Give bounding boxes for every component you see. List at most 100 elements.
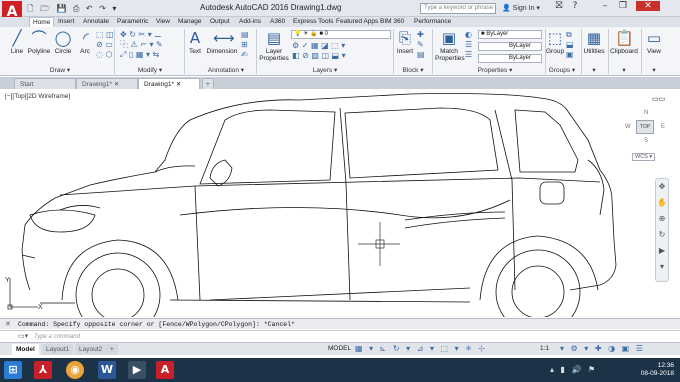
word-icon[interactable]: W: [98, 361, 116, 379]
layers-panel-label[interactable]: Layers ▾: [300, 66, 350, 74]
wcs-menu[interactable]: WCS ▾: [632, 153, 656, 161]
chrome-icon[interactable]: ◉: [66, 361, 84, 379]
navigation-bar: ✥ ✋ ⊕ ↻ ▶ ▾: [655, 178, 669, 282]
arc-tool[interactable]: ◜ Arc: [77, 29, 93, 55]
drafting-toggles[interactable]: ▦ ▾ ⊾ ↻ ▾ ⊿ ▾ ⬚ ▾ ✳ ⊹: [355, 344, 487, 353]
nav-tools[interactable]: ✥ ✋ ⊕ ↻ ▶ ▾: [656, 179, 668, 275]
tab-drawing1-first[interactable]: Drawing1* ✕: [76, 78, 138, 89]
linetype-dropdown[interactable]: ByLayer: [478, 42, 542, 51]
viewcube-south[interactable]: S: [644, 138, 648, 144]
separator: [641, 29, 642, 74]
tab-bim-360[interactable]: BIM 360: [377, 17, 407, 27]
tab-start[interactable]: Start: [14, 78, 76, 89]
status-right-icons[interactable]: ▾ ⚙ ▾ ✚ ◑ ▣ ☰: [560, 344, 645, 353]
media-player-icon[interactable]: ▶: [128, 361, 146, 379]
text-tool[interactable]: A Text: [186, 29, 204, 55]
viewcube-window-icons[interactable]: ▭▭: [652, 95, 665, 103]
close-button[interactable]: ✕: [636, 1, 660, 11]
doc-tab-label: Drawing1*: [82, 81, 112, 88]
circle-label: Circle: [54, 48, 72, 55]
utilities-tool[interactable]: ▦ Utilities: [582, 29, 606, 55]
command-input[interactable]: Type a command: [0, 330, 680, 342]
viewcube-top-face[interactable]: TOP: [636, 120, 654, 134]
start-button[interactable]: ⊞: [4, 361, 22, 379]
line-tool[interactable]: ╱ Line: [6, 29, 28, 55]
lineweight-dropdown[interactable]: ByLayer: [478, 54, 542, 63]
groups-panel-label[interactable]: Groups ▾: [545, 66, 579, 74]
close-icon[interactable]: ✕: [114, 81, 119, 88]
system-tray-icons[interactable]: ▴ ▮ 🔊 ⚑: [550, 365, 597, 374]
close-command-icon[interactable]: ✕: [5, 320, 11, 328]
pdf-reader-icon[interactable]: ⅄: [34, 361, 52, 379]
annotation-small-tools[interactable]: ▤ ⊞ ✍: [241, 30, 249, 60]
drawing-canvas[interactable]: Y X: [0, 89, 680, 338]
sign-in-link[interactable]: 👤 Sign In ▾: [502, 4, 540, 12]
tab-parametric[interactable]: Parametric: [114, 17, 151, 27]
close-icon[interactable]: ✕: [176, 81, 181, 88]
circle-tool[interactable]: ◯ Circle: [53, 29, 73, 55]
tab-featured-apps[interactable]: Featured Apps: [333, 17, 381, 27]
tab-performance[interactable]: Performance: [411, 17, 454, 27]
utilities-panel-expander[interactable]: ▾: [582, 66, 606, 74]
block-panel-label[interactable]: Block ▾: [398, 66, 428, 74]
view-tool[interactable]: ▭ View: [643, 29, 665, 55]
command-prompt-icon[interactable]: ▭▾: [18, 332, 28, 340]
tab-home[interactable]: Home: [29, 17, 55, 27]
separator: [393, 29, 394, 74]
minimize-button[interactable]: –: [598, 1, 612, 11]
viewcube-west[interactable]: W: [625, 124, 631, 130]
new-layout-button[interactable]: +: [106, 344, 118, 355]
match-properties-tool[interactable]: ▣ Match Properties: [435, 29, 465, 62]
layout-tab-layout2[interactable]: Layout2: [75, 344, 107, 355]
document-tab-bar: Start Drawing1* ✕ Drawing1* ✕ +: [0, 77, 680, 89]
properties-small-icons[interactable]: ◐ ☰ ☰: [465, 30, 472, 60]
layer-dropdown[interactable]: 💡 ☀ 🔓 ■ 0: [291, 30, 391, 39]
svg-text:X: X: [38, 304, 43, 311]
help-icon[interactable]: ?: [568, 1, 582, 11]
clipboard-panel-expander[interactable]: ▾: [609, 66, 639, 74]
exchange-icon[interactable]: ⛝: [552, 1, 566, 11]
layer-small-tools[interactable]: ⚙ ✓ ▦ ◪ ⬚ ▾ ◧ ⊘ ▨ ◫ ⬓ ▾: [292, 41, 392, 61]
quick-access-toolbar[interactable]: 🗋 🗁 💾 ⎙ ↶ ↷ ▾: [27, 3, 118, 17]
ucs-icon: [7, 278, 38, 310]
tab-insert[interactable]: Insert: [55, 17, 77, 27]
group-small-tools[interactable]: ⧉ ⬓ ▣: [566, 30, 574, 60]
tab-manage[interactable]: Manage: [175, 17, 205, 27]
maximize-button[interactable]: ❐: [616, 1, 630, 11]
new-tab-button[interactable]: +: [202, 78, 214, 89]
block-small-tools[interactable]: ✚ ✎ ▤: [417, 30, 425, 60]
tab-output[interactable]: Output: [207, 17, 233, 27]
tab-annotate[interactable]: Annotate: [80, 17, 112, 27]
layer-properties-tool[interactable]: ▤ Layer Properties: [259, 29, 289, 62]
dimension-tool[interactable]: ⟷ Dimension: [206, 29, 238, 55]
modify-tools[interactable]: ✥ ↻ ✂ ▾ ⚊ ⿻ ⚠ ⌐ ▾ ✎ ⤢ ▯ ▦ ▾ ⇆: [120, 30, 180, 60]
search-input[interactable]: Type a keyword or phrase: [420, 3, 496, 14]
dimension-icon: ⟷: [213, 29, 235, 47]
tab-add-ins[interactable]: Add-ins: [236, 17, 264, 27]
viewcube-east[interactable]: E: [661, 124, 665, 130]
tab-express-tools[interactable]: Express Tools: [290, 17, 336, 27]
viewcube-north[interactable]: N: [644, 110, 648, 116]
modify-panel-label[interactable]: Modify ▾: [125, 66, 175, 74]
viewport-controls-label[interactable]: [−][Top][2D Wireframe]: [5, 93, 70, 100]
autocad-taskbar-icon[interactable]: A: [156, 361, 174, 379]
color-dropdown[interactable]: ■ ByLayer: [478, 30, 542, 39]
annotation-scale[interactable]: 1:1: [540, 345, 549, 352]
tab-a360[interactable]: A360: [267, 17, 288, 27]
clipboard-tool[interactable]: 📋 Clipboard: [609, 29, 639, 55]
annotation-panel-label[interactable]: Annotation ▾: [198, 66, 254, 74]
layout-tab-model[interactable]: Model: [12, 344, 39, 355]
group-tool[interactable]: ⬚ Group: [546, 29, 564, 55]
layout-tab-layout1[interactable]: Layout1: [42, 344, 74, 355]
model-space-toggle[interactable]: MODEL: [328, 345, 351, 352]
draw-panel-label[interactable]: Draw ▾: [30, 66, 90, 74]
polyline-tool[interactable]: ⌒ Polyline: [27, 29, 51, 55]
draw-small-tools[interactable]: ⬚ ◫ ⊘ ▭ ◌ ⬡: [96, 30, 114, 60]
system-clock[interactable]: 12:36 08-09-2018: [641, 362, 674, 378]
viewcube[interactable]: ▭▭ N W TOP E S WCS ▾: [624, 95, 672, 165]
tab-view[interactable]: View: [153, 17, 173, 27]
view-panel-expander[interactable]: ▾: [643, 66, 665, 74]
properties-panel-label[interactable]: Properties ▾: [470, 66, 520, 74]
tab-drawing1-active[interactable]: Drawing1* ✕: [138, 78, 200, 89]
insert-tool[interactable]: ⎘ Insert: [396, 29, 414, 55]
